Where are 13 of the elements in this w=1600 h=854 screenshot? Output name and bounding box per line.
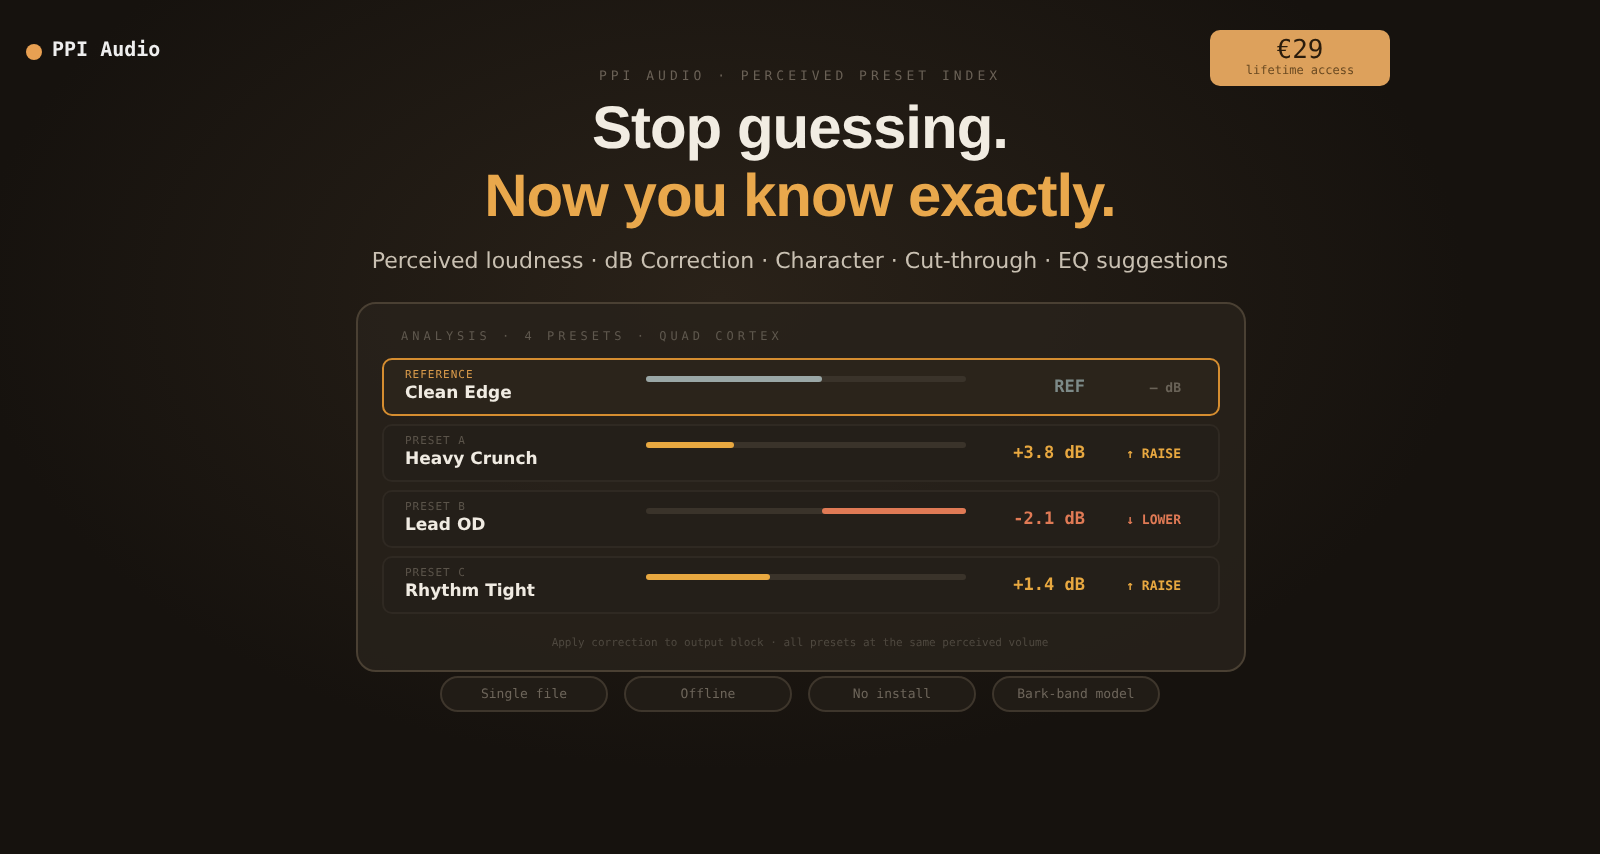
headline: Stop guessing.: [591, 96, 1008, 164]
preset-name: Heavy Crunch: [405, 450, 540, 470]
db-value: +3.8 dB: [1011, 443, 1085, 463]
brand-dot-icon: [26, 43, 42, 59]
subtitle: Perceived loudness · dB Correction · Character · Cut-through · EQ suggestions: [371, 248, 1229, 274]
db-value: REF: [1052, 377, 1085, 397]
db-value: +1.4 dB: [1011, 575, 1085, 595]
db-value: -2.1 dB: [1011, 509, 1085, 529]
preset-name: Lead OD: [405, 516, 488, 536]
headline-accent: Now you know exactly.: [484, 164, 1116, 232]
preset-name: Clean Edge: [405, 384, 514, 404]
brand-name: PPI Audio: [52, 40, 161, 62]
preset-name: Rhythm Tight: [405, 582, 537, 602]
